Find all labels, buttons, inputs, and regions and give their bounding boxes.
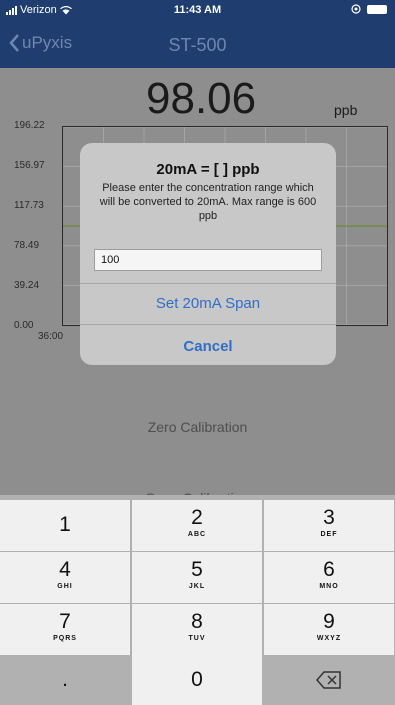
key-label: 6 bbox=[323, 558, 335, 581]
key-letters: DEF bbox=[320, 531, 338, 538]
key-letters: PQRS bbox=[53, 635, 77, 642]
y-axis-tick-label: 156.97 bbox=[14, 160, 45, 171]
key-1[interactable]: 1 bbox=[0, 500, 130, 551]
key-letters: WXYZ bbox=[316, 635, 342, 642]
key-label: 8 bbox=[191, 610, 203, 633]
key-label: 4 bbox=[59, 558, 71, 581]
key-letters: MNO bbox=[319, 583, 339, 590]
key-5[interactable]: 5 JKL bbox=[132, 552, 262, 603]
span-dialog: 20mA = [ ] ppb Please enter the concentr… bbox=[80, 143, 336, 365]
y-axis-tick-label: 0.00 bbox=[14, 320, 34, 331]
key-label: 5 bbox=[191, 558, 203, 581]
y-axis-tick-label: 39.24 bbox=[14, 280, 40, 291]
dialog-divider bbox=[80, 283, 336, 284]
y-axis-tick-label: 78.49 bbox=[14, 239, 40, 251]
y-axis-tick-label: 117.73 bbox=[14, 200, 44, 211]
orientation-lock-icon bbox=[351, 4, 361, 14]
key-letters: ABC bbox=[187, 531, 207, 538]
set-span-button[interactable]: Set 20mA Span bbox=[80, 295, 336, 312]
x-axis-tick: 36:00 bbox=[38, 331, 64, 342]
key-9[interactable]: 9 WXYZ bbox=[264, 604, 394, 655]
reading-value: 98.06 bbox=[146, 74, 257, 123]
status-bar-right bbox=[351, 4, 387, 14]
key-letters: TUV bbox=[188, 635, 206, 642]
navigation-bar: uPyxis ST-500 bbox=[0, 22, 395, 68]
zero-calibration-button[interactable]: Zero Calibration bbox=[0, 419, 395, 435]
delete-backspace-icon bbox=[316, 671, 341, 689]
page-title: ST-500 bbox=[168, 35, 227, 55]
key-decimal[interactable]: . bbox=[0, 655, 130, 705]
key-label: 9 bbox=[323, 610, 335, 633]
y-axis-tick-label: 196.22 bbox=[14, 120, 45, 131]
key-letters: GHI bbox=[57, 583, 73, 590]
reading-unit: ppb bbox=[334, 102, 358, 118]
dialog-title: 20mA = [ ] ppb bbox=[156, 161, 260, 178]
key-letters: JKL bbox=[188, 583, 206, 590]
key-0[interactable]: 0 bbox=[132, 655, 262, 705]
delete-key[interactable] bbox=[264, 655, 394, 705]
key-label: 2 bbox=[191, 506, 203, 529]
clock: 11:43 AM bbox=[173, 4, 222, 16]
key-8[interactable]: 8 TUV bbox=[132, 604, 262, 655]
cancel-button[interactable]: Cancel bbox=[80, 338, 336, 355]
span-value-input[interactable]: 100 bbox=[94, 249, 322, 271]
status-bar: Verizon 11:43 AM bbox=[0, 0, 395, 22]
key-2[interactable]: 2 ABC bbox=[132, 500, 262, 551]
key-label: 0 bbox=[191, 668, 203, 691]
key-label: 1 bbox=[59, 513, 71, 536]
dialog-message: Please enter the concentration range whi… bbox=[99, 182, 317, 222]
battery-icon bbox=[367, 4, 387, 14]
key-label: 7 bbox=[59, 610, 71, 633]
key-6[interactable]: 6 MNO bbox=[264, 552, 394, 603]
key-3[interactable]: 3 DEF bbox=[264, 500, 394, 551]
key-label: 3 bbox=[323, 506, 335, 529]
key-label: . bbox=[62, 668, 68, 691]
dialog-divider bbox=[80, 324, 336, 325]
numeric-keypad: 1 2 ABC 3 DEF 4 GHI 5 JKL 6 MNO 7 PQRS 8 TUV 9 W… bbox=[0, 495, 395, 705]
key-7[interactable]: 7 PQRS bbox=[0, 604, 130, 655]
key-4[interactable]: 4 GHI bbox=[0, 552, 130, 603]
